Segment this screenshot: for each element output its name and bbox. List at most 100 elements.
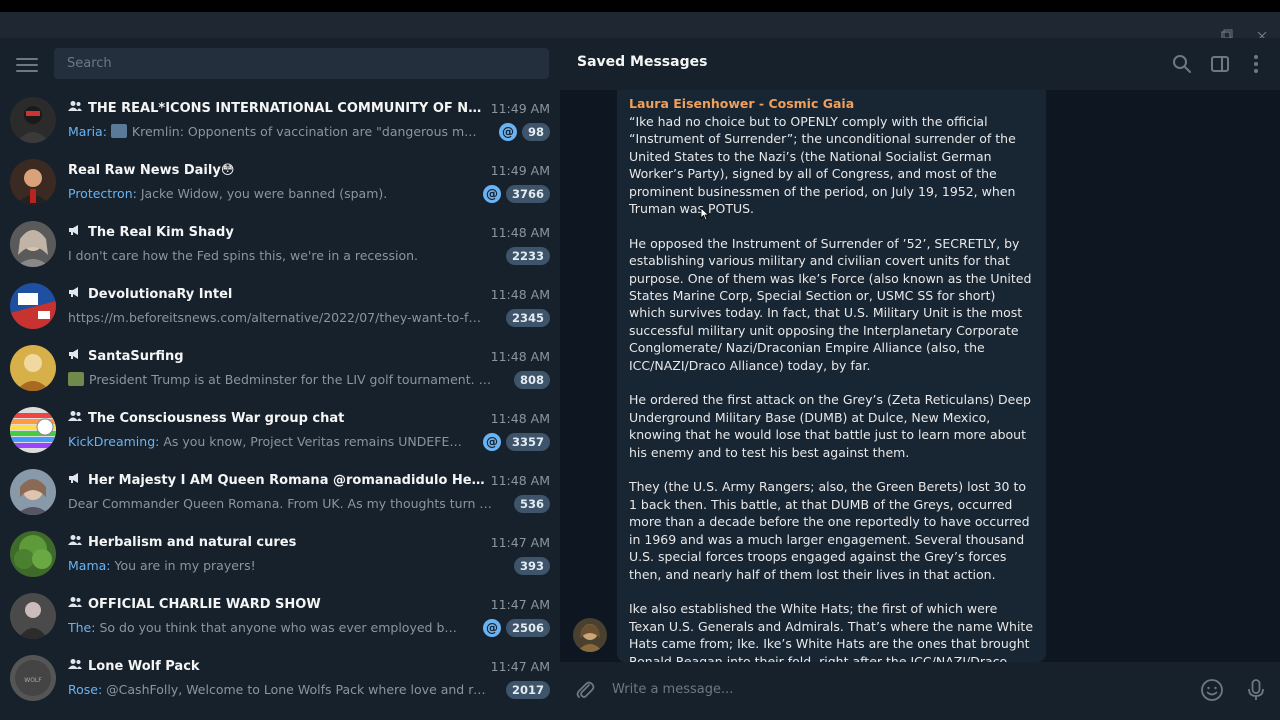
- unread-count-badge: 2345: [505, 309, 550, 327]
- chat-list-item[interactable]: Her Majesty I AM Queen Romana @romanadid…: [0, 462, 560, 524]
- window-titlebar: [0, 12, 1280, 41]
- chat-title-row: The Consciousness War group chat 11:48 AM: [68, 410, 550, 428]
- chat-name: OFFICIAL CHARLIE WARD SHOW: [88, 597, 321, 612]
- message-paragraph: They (the U.S. Army Rangers; also, the G…: [629, 479, 1030, 582]
- unread-count-badge: 3766: [505, 185, 550, 203]
- preview-text: Kremlin: Opponents of vaccination are "d…: [131, 124, 478, 139]
- channel-icon: [68, 224, 84, 242]
- chat-list-item[interactable]: The Consciousness War group chat 11:48 AM…: [0, 400, 560, 462]
- message-paragraph: Ike also established the White Hats; the…: [629, 601, 1034, 662]
- message-paragraph: He opposed the Instrument of Surrender o…: [629, 235, 1032, 373]
- group-icon: [68, 534, 84, 552]
- sidebar-toggle-icon[interactable]: [1208, 52, 1232, 76]
- chat-time: 11:48 AM: [490, 225, 550, 240]
- preview-text: https://m.beforeitsnews.com/alternative/…: [68, 310, 486, 325]
- preview-text: As you know, Project Veritas remains UND…: [163, 434, 463, 449]
- hamburger-menu-icon[interactable]: [16, 54, 38, 76]
- chat-header: Saved Messages: [560, 38, 1280, 90]
- preview-thumbnail: [110, 124, 127, 138]
- chat-list-item[interactable]: OFFICIAL CHARLIE WARD SHOW 11:47 AM The: S…: [0, 586, 560, 648]
- chat-name: DevolutionaRy Intel: [88, 287, 233, 302]
- preview-sender: Mama:: [68, 558, 111, 573]
- message-author[interactable]: Laura Eisenhower - Cosmic Gaia: [629, 95, 1035, 113]
- mention-badge-icon: @: [498, 123, 517, 141]
- chat-time: 11:48 AM: [490, 473, 550, 488]
- chat-time: 11:47 AM: [490, 659, 550, 674]
- search-icon[interactable]: [1170, 52, 1194, 76]
- more-vertical-icon[interactable]: [1244, 52, 1268, 76]
- chat-time: 11:48 AM: [490, 287, 550, 302]
- chat-list-item[interactable]: The Real Kim Shady 11:48 AM I don't care h…: [0, 214, 560, 276]
- group-icon: [68, 658, 84, 676]
- chat-avatar: [10, 469, 56, 515]
- chat-preview: https://m.beforeitsnews.com/alternative/…: [68, 309, 486, 327]
- conversation-panel: Saved Messages Laura Eisenhower - Cosmic…: [560, 38, 1280, 720]
- chat-name: THE REAL*ICONS INTERNATIONAL COMMUNITY O…: [88, 101, 490, 116]
- chat-preview: Protectron: Jacke Widow, you were banned…: [68, 185, 463, 203]
- unread-count-badge: 536: [513, 495, 550, 513]
- chat-preview: President Trump is at Bedminster for the…: [68, 371, 494, 389]
- chat-title-row: Real Raw News Daily😳 11:49 AM: [68, 162, 550, 180]
- chat-badges: @98: [498, 123, 550, 141]
- composer: Write a message...: [560, 662, 1280, 720]
- preview-thumbnail: [68, 372, 84, 386]
- search-input[interactable]: Search: [54, 48, 549, 79]
- message-bubble[interactable]: Laura Eisenhower - Cosmic Gaia “Ike had …: [617, 90, 1046, 662]
- chat-title-row: SantaSurfing 11:48 AM: [68, 348, 550, 366]
- svg-text:WOLF: WOLF: [24, 677, 42, 684]
- chat-preview: Maria: Kremlin: Opponents of vaccination…: [68, 123, 478, 141]
- chat-preview: KickDreaming: As you know, Project Verit…: [68, 433, 463, 451]
- chat-name: Herbalism and natural cures: [88, 535, 297, 550]
- group-icon: [68, 596, 84, 614]
- chat-title-row: The Real Kim Shady 11:48 AM: [68, 224, 550, 242]
- chat-list-item[interactable]: WOLF Lone Wolf Pack 11:47 AM Rose: @CashFol…: [0, 648, 560, 710]
- unread-count-badge: 2233: [505, 247, 550, 265]
- chat-preview: The: So do you think that anyone who was…: [68, 619, 463, 637]
- sender-avatar[interactable]: [573, 618, 607, 652]
- message-area[interactable]: Laura Eisenhower - Cosmic Gaia “Ike had …: [560, 90, 1280, 662]
- chat-time: 11:49 AM: [490, 163, 550, 178]
- chat-list-item[interactable]: DevolutionaRy Intel 11:48 AM https://m.bef…: [0, 276, 560, 338]
- group-icon: [68, 100, 84, 118]
- chat-badges: 2345: [505, 309, 550, 327]
- chat-title-row: OFFICIAL CHARLIE WARD SHOW 11:47 AM: [68, 596, 550, 614]
- emoji-icon[interactable]: [1199, 677, 1225, 703]
- chat-name: Her Majesty I AM Queen Romana @romanadid…: [88, 473, 490, 488]
- chat-avatar: WOLF: [10, 655, 56, 701]
- chat-avatar: [10, 283, 56, 329]
- chat-avatar: [10, 159, 56, 205]
- preview-text: So do you think that anyone who was ever…: [99, 620, 463, 635]
- paperclip-icon[interactable]: [572, 677, 598, 703]
- preview-text: President Trump is at Bedminster for the…: [89, 372, 494, 387]
- channel-icon: [68, 348, 84, 366]
- chat-avatar: [10, 407, 56, 453]
- channel-icon: [68, 472, 84, 490]
- mouse-cursor-icon: [700, 206, 710, 221]
- unread-count-badge: 98: [521, 123, 550, 141]
- chat-avatar: [10, 531, 56, 577]
- chat-title[interactable]: Saved Messages: [577, 54, 707, 70]
- chat-list-item[interactable]: SantaSurfing 11:48 AM President Trump is a…: [0, 338, 560, 400]
- chat-list-item[interactable]: Real Raw News Daily😳 11:49 AM Protectron: …: [0, 152, 560, 214]
- chat-title-row: Lone Wolf Pack 11:47 AM: [68, 658, 550, 676]
- chat-title-row: Herbalism and natural cures 11:47 AM: [68, 534, 550, 552]
- chat-name: Lone Wolf Pack: [88, 659, 200, 674]
- chat-avatar: [10, 593, 56, 639]
- chat-time: 11:48 AM: [490, 411, 550, 426]
- chat-badges: 2017: [505, 681, 550, 699]
- chat-badges: 2233: [505, 247, 550, 265]
- microphone-icon[interactable]: [1243, 677, 1269, 703]
- chat-avatar: [10, 345, 56, 391]
- chat-list: THE REAL*ICONS INTERNATIONAL COMMUNITY O…: [0, 90, 560, 710]
- sidebar: Search THE REAL*ICONS INTERNATIONAL COMM…: [0, 38, 560, 720]
- preview-sender: Rose:: [68, 682, 103, 697]
- preview-text: You are in my prayers!: [114, 558, 256, 573]
- chat-list-item[interactable]: Herbalism and natural cures 11:47 AM Mama:…: [0, 524, 560, 586]
- chat-avatar: [10, 221, 56, 267]
- chat-name: The Real Kim Shady: [88, 225, 234, 240]
- group-icon: [68, 410, 84, 428]
- chat-badges: 808: [513, 371, 550, 389]
- chat-list-item[interactable]: THE REAL*ICONS INTERNATIONAL COMMUNITY O…: [0, 90, 560, 152]
- preview-sender: Maria:: [68, 124, 107, 139]
- message-input[interactable]: Write a message...: [612, 680, 1172, 700]
